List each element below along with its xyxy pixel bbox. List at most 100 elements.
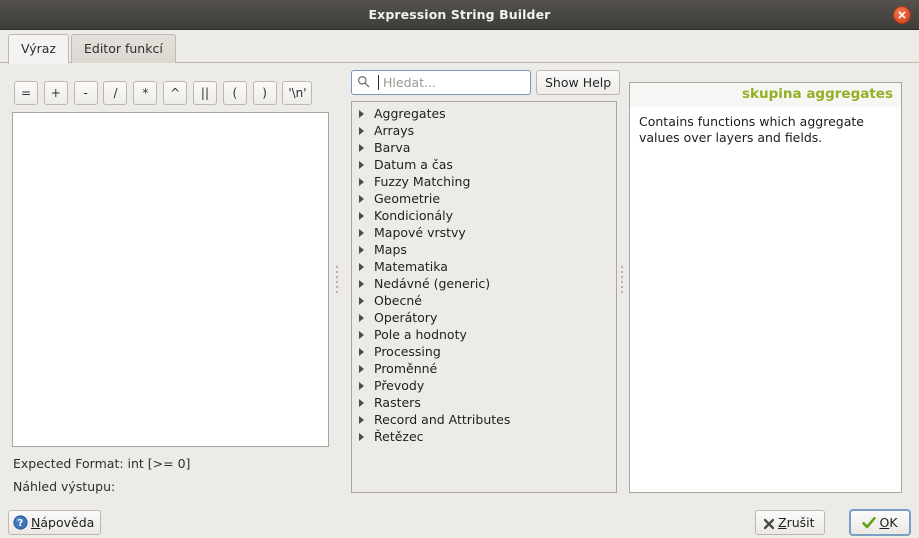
search-icon <box>357 75 370 91</box>
function-group-item[interactable]: Obecné <box>352 292 616 309</box>
function-group-item[interactable]: Nedávné (generic) <box>352 275 616 292</box>
expand-arrow-icon[interactable] <box>359 314 364 322</box>
expand-arrow-icon[interactable] <box>359 127 364 135</box>
function-group-label: Operátory <box>374 310 438 325</box>
function-group-label: Pole a hodnoty <box>374 327 467 342</box>
operator-button-close-paren[interactable]: ) <box>252 81 277 105</box>
search-placeholder: Hledat... <box>383 75 436 90</box>
expand-arrow-icon[interactable] <box>359 161 364 169</box>
operator-button-row: = + - / * ^ || ( ) '\n' <box>14 81 314 105</box>
expand-arrow-icon[interactable] <box>359 416 364 424</box>
function-group-item[interactable]: Mapové vrstvy <box>352 224 616 241</box>
expression-string-builder-dialog: Expression String Builder Výraz Editor f… <box>0 0 919 538</box>
expand-arrow-icon[interactable] <box>359 280 364 288</box>
function-group-item[interactable]: Processing <box>352 343 616 360</box>
expand-arrow-icon[interactable] <box>359 178 364 186</box>
function-group-item[interactable]: Převody <box>352 377 616 394</box>
help-panel-body: Contains functions which aggregate value… <box>639 114 864 145</box>
close-icon[interactable] <box>893 6 911 24</box>
operator-button-power[interactable]: ^ <box>163 81 188 105</box>
output-preview-label: Náhled výstupu: <box>13 479 116 494</box>
function-group-label: Barva <box>374 140 411 155</box>
splitter-grip-icon <box>336 265 338 296</box>
operator-button-open-paren[interactable]: ( <box>222 81 247 105</box>
cancel-button[interactable]: Zrušit <box>755 510 825 535</box>
function-group-label: Nedávné (generic) <box>374 276 491 291</box>
expand-arrow-icon[interactable] <box>359 297 364 305</box>
function-group-item[interactable]: Arrays <box>352 122 616 139</box>
operator-button-concat[interactable]: || <box>192 81 217 105</box>
function-group-item[interactable]: Fuzzy Matching <box>352 173 616 190</box>
expand-arrow-icon[interactable] <box>359 382 364 390</box>
function-group-item[interactable]: Rasters <box>352 394 616 411</box>
operator-button-multiply[interactable]: * <box>133 81 158 105</box>
search-input[interactable]: Hledat... <box>351 70 531 95</box>
tab-editor-funkci[interactable]: Editor funkcí <box>71 34 176 63</box>
function-group-item[interactable]: Pole a hodnoty <box>352 326 616 343</box>
splitter-grip-icon <box>621 265 623 296</box>
checkmark-icon <box>862 514 877 537</box>
function-group-label: Obecné <box>374 293 422 308</box>
cancel-button-label: Zrušit <box>778 515 815 530</box>
function-group-label: Arrays <box>374 123 415 138</box>
function-group-label: Matematika <box>374 259 448 274</box>
show-help-button[interactable]: Show Help <box>536 70 621 95</box>
function-group-item[interactable]: Operátory <box>352 309 616 326</box>
function-group-item[interactable]: Barva <box>352 139 616 156</box>
svg-text:?: ? <box>18 518 24 529</box>
function-group-label: Fuzzy Matching <box>374 174 471 189</box>
function-tree[interactable]: Aggregates Arrays Barva Datum a čas Fuzzy Ma… <box>351 101 617 493</box>
expand-arrow-icon[interactable] <box>359 263 364 271</box>
expand-arrow-icon[interactable] <box>359 365 364 373</box>
function-group-label: Mapové vrstvy <box>374 225 466 240</box>
splitter-handle-left[interactable] <box>333 68 342 493</box>
function-group-item[interactable]: Proměnné <box>352 360 616 377</box>
function-group-item[interactable]: Record and Attributes <box>352 411 616 428</box>
operator-button-divide[interactable]: / <box>103 81 128 105</box>
function-group-label: Datum a čas <box>374 157 453 172</box>
function-group-item[interactable]: Kondicionály <box>352 207 616 224</box>
expand-arrow-icon[interactable] <box>359 331 364 339</box>
function-group-label: Proměnné <box>374 361 438 376</box>
help-button[interactable]: ? Nápověda <box>8 510 102 537</box>
ok-button-label: OK <box>879 515 898 530</box>
expand-arrow-icon[interactable] <box>359 229 364 237</box>
help-panel-title: skupina aggregates <box>630 83 901 107</box>
question-circle-icon: ? <box>13 514 28 537</box>
function-group-label: Processing <box>374 344 441 359</box>
function-group-label: Geometrie <box>374 191 441 206</box>
expand-arrow-icon[interactable] <box>359 348 364 356</box>
function-group-item[interactable]: Geometrie <box>352 190 616 207</box>
function-group-item[interactable]: Aggregates <box>352 105 616 122</box>
expand-arrow-icon[interactable] <box>359 433 364 441</box>
expand-arrow-icon[interactable] <box>359 246 364 254</box>
expand-arrow-icon[interactable] <box>359 144 364 152</box>
expand-arrow-icon[interactable] <box>359 110 364 118</box>
function-group-item[interactable]: Datum a čas <box>352 156 616 173</box>
function-group-label: Record and Attributes <box>374 412 511 427</box>
ok-button[interactable]: OK <box>849 509 911 536</box>
tab-vyraz-label: Výraz <box>21 41 56 56</box>
operator-button-plus[interactable]: + <box>43 81 68 105</box>
expand-arrow-icon[interactable] <box>359 195 364 203</box>
operator-button-newline[interactable]: '\n' <box>282 81 313 105</box>
function-group-item[interactable]: Maps <box>352 241 616 258</box>
function-group-item[interactable]: Řetězec <box>352 428 616 445</box>
operator-button-minus[interactable]: - <box>73 81 98 105</box>
expand-arrow-icon[interactable] <box>359 212 364 220</box>
window-title: Expression String Builder <box>368 7 551 22</box>
function-group-label: Převody <box>374 378 425 393</box>
function-group-label: Maps <box>374 242 407 257</box>
function-group-label: Kondicionály <box>374 208 453 223</box>
help-panel: skupina aggregates Contains functions wh… <box>629 82 902 493</box>
tab-vyraz[interactable]: Výraz <box>8 34 69 64</box>
function-group-item[interactable]: Matematika <box>352 258 616 275</box>
splitter-handle-right[interactable] <box>618 68 627 493</box>
help-button-label: Nápověda <box>31 515 95 530</box>
function-group-label: Aggregates <box>374 106 446 121</box>
function-group-label: Řetězec <box>374 429 424 444</box>
expand-arrow-icon[interactable] <box>359 399 364 407</box>
expression-input[interactable] <box>12 112 329 447</box>
cross-icon <box>763 514 775 537</box>
operator-button-equals[interactable]: = <box>14 81 38 105</box>
